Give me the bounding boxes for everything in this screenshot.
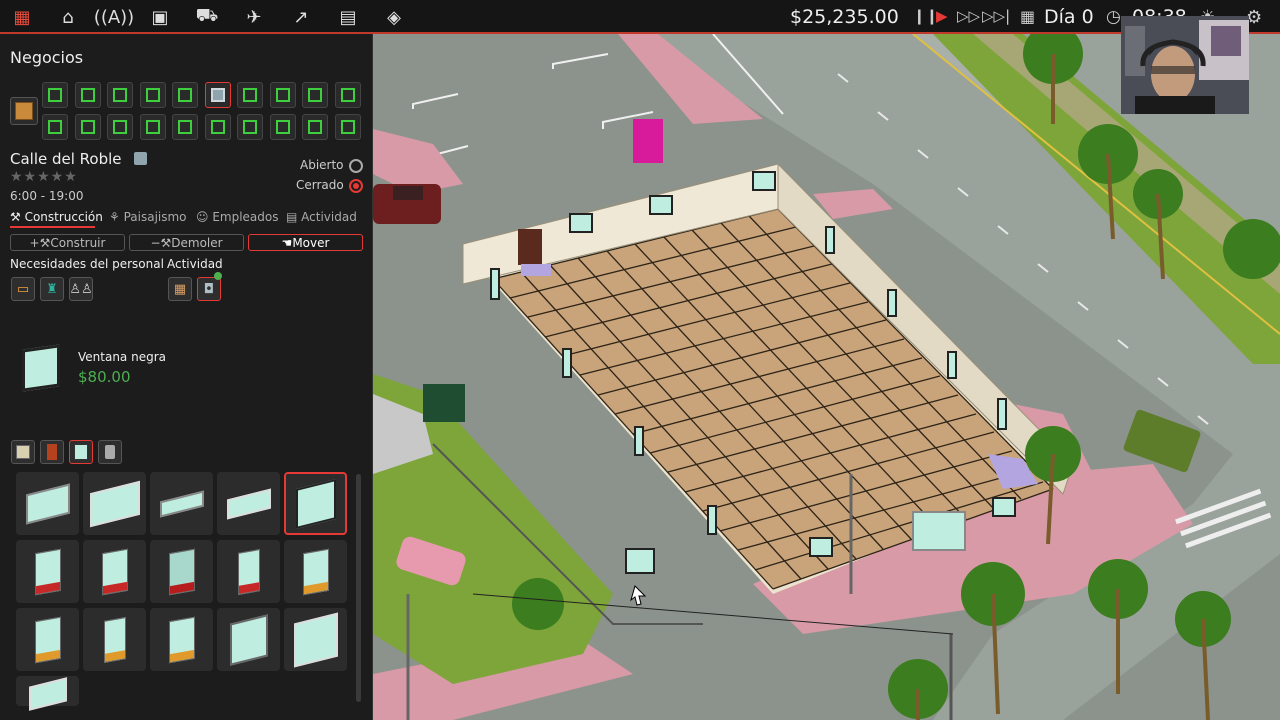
- restroom-need-icon[interactable]: ♙♙: [69, 277, 93, 301]
- window-preview-icon: [22, 344, 60, 392]
- rating-stars: ★★★★★: [10, 169, 78, 185]
- business-grid: [42, 82, 361, 140]
- radio-icon[interactable]: ((A)): [94, 5, 134, 29]
- catalog-item[interactable]: [16, 472, 79, 535]
- business-slot[interactable]: [107, 114, 133, 140]
- business-slot[interactable]: [172, 114, 198, 140]
- crate-icon: [15, 102, 33, 120]
- selected-item-price: $80.00: [78, 368, 131, 386]
- pause-button[interactable]: ❙❙: [913, 7, 938, 25]
- catalog-item[interactable]: [150, 540, 213, 603]
- tab-construccion[interactable]: ⚒ Construcción: [10, 210, 103, 224]
- business-slot[interactable]: [74, 114, 101, 140]
- panel-title: Negocios: [10, 48, 84, 67]
- chart-icon[interactable]: ↗: [289, 5, 313, 29]
- closed-radio[interactable]: [349, 179, 363, 193]
- world-scene: [373, 34, 1280, 720]
- business-slot[interactable]: [42, 82, 68, 108]
- category-window-icon[interactable]: [69, 440, 93, 464]
- business-slot[interactable]: [334, 82, 361, 108]
- top-bar: ▦ ⌂ ((A)) ▣ ⛟ ✈ ↗ ▤ ◈ $25,235.00 ❙❙ ▶ ▷▷…: [0, 0, 1280, 34]
- toilet-need-icon[interactable]: ♜: [40, 277, 64, 301]
- business-slot[interactable]: [269, 114, 296, 140]
- catalog-item[interactable]: [217, 540, 280, 603]
- catalog-item[interactable]: [83, 540, 146, 603]
- tab-paisajismo[interactable]: ⚘ Paisajismo: [109, 210, 187, 224]
- business-slot[interactable]: [172, 82, 198, 108]
- staff-needs-label: Necesidades del personal: [10, 257, 164, 271]
- catalog-item-selected[interactable]: [284, 472, 347, 535]
- business-panel: Negocios Calle del Roble ★★★★★ 6:00 - 19…: [0, 34, 373, 720]
- catalog-item[interactable]: [16, 608, 79, 671]
- warehouse-button[interactable]: [10, 97, 38, 125]
- business-slot[interactable]: [302, 82, 328, 108]
- item-catalog: [16, 472, 347, 711]
- business-hours: 6:00 - 19:00: [10, 189, 84, 203]
- briefcase-icon[interactable]: ▣: [148, 5, 172, 29]
- category-trash-icon[interactable]: [98, 440, 122, 464]
- tv-need-icon[interactable]: ▭: [11, 277, 35, 301]
- day-display: Día 0: [1044, 6, 1094, 28]
- catalog-scrollbar[interactable]: [356, 474, 361, 702]
- calendar-icon: ▦: [1020, 7, 1036, 26]
- open-label: Abierto: [300, 158, 344, 172]
- money-display: $25,235.00: [790, 6, 899, 28]
- category-crate-icon[interactable]: [11, 440, 35, 464]
- laundry-icon: [134, 152, 147, 165]
- selected-item-name: Ventana negra: [78, 350, 166, 364]
- closed-label: Cerrado: [296, 178, 344, 192]
- catalog-item[interactable]: [217, 472, 280, 535]
- business-slot[interactable]: [237, 82, 263, 108]
- tab-empleados[interactable]: ☺ Empleados: [196, 210, 279, 224]
- clock-icon: ◷: [1106, 7, 1121, 27]
- washer-activity-icon[interactable]: ◘: [197, 277, 221, 301]
- catalog-item[interactable]: [150, 472, 213, 535]
- activity-label: Actividad: [167, 257, 223, 271]
- business-slot[interactable]: [74, 82, 101, 108]
- build-button[interactable]: +⚒ Construir: [10, 234, 125, 251]
- truck-icon[interactable]: ⛟: [195, 5, 219, 29]
- catalog-item[interactable]: [217, 608, 280, 671]
- webcam-overlay: [1121, 16, 1249, 114]
- play-button[interactable]: ▶: [936, 7, 948, 25]
- business-name: Calle del Roble: [10, 150, 122, 168]
- catalog-item[interactable]: [150, 608, 213, 671]
- business-slot[interactable]: [269, 82, 296, 108]
- business-slot[interactable]: [139, 82, 166, 108]
- news-icon[interactable]: ▤: [336, 5, 360, 29]
- catalog-item[interactable]: [284, 608, 347, 671]
- business-slot[interactable]: [42, 114, 68, 140]
- active-tab-indicator: [10, 226, 95, 228]
- catalog-item[interactable]: [284, 540, 347, 603]
- catalog-item[interactable]: [83, 472, 146, 535]
- open-radio[interactable]: [349, 159, 363, 173]
- fastest-forward-button[interactable]: ▷▷|: [982, 7, 1010, 25]
- plane-icon[interactable]: ✈: [242, 5, 266, 29]
- business-slot[interactable]: [334, 114, 361, 140]
- tab-actividad[interactable]: ▤ Actividad: [286, 210, 357, 224]
- business-slot[interactable]: [107, 82, 133, 108]
- business-slot[interactable]: [237, 114, 263, 140]
- building-icon[interactable]: ▦: [10, 5, 34, 29]
- catalog-item[interactable]: [83, 608, 146, 671]
- catalog-item[interactable]: [16, 676, 79, 711]
- shelf-activity-icon[interactable]: ▦: [168, 277, 192, 301]
- business-slot[interactable]: [139, 114, 166, 140]
- fast-forward-button[interactable]: ▷▷: [957, 7, 980, 25]
- new-indicator-dot: [214, 272, 222, 280]
- game-world[interactable]: [373, 34, 1280, 720]
- tag-icon[interactable]: ⌂: [56, 5, 80, 29]
- move-button[interactable]: ☚ Mover: [248, 234, 363, 251]
- layers-icon[interactable]: ◈: [382, 5, 406, 29]
- business-slot[interactable]: [302, 114, 328, 140]
- category-door-icon[interactable]: [40, 440, 64, 464]
- demolish-button[interactable]: −⚒ Demoler: [129, 234, 244, 251]
- business-slot-selected[interactable]: [204, 82, 231, 108]
- business-slot[interactable]: [204, 114, 231, 140]
- catalog-item[interactable]: [16, 540, 79, 603]
